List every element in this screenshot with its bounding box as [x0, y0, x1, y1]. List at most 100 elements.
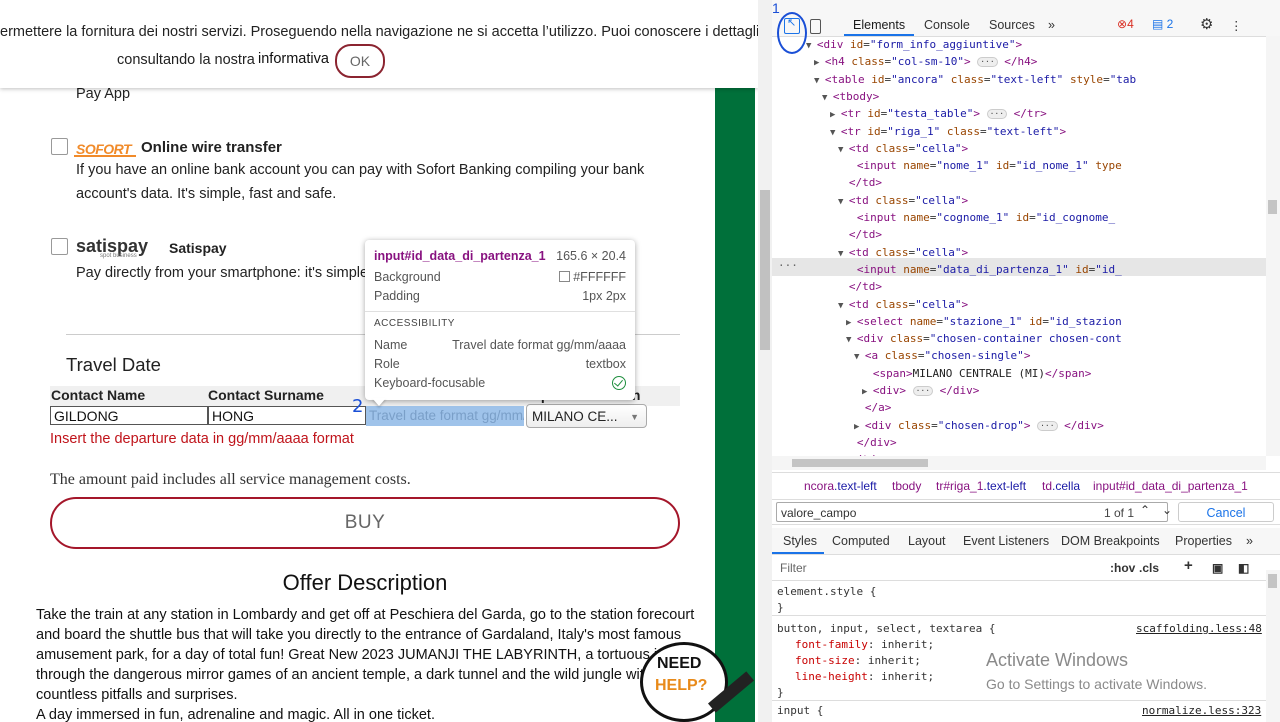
crumb-tr[interactable]: tr#riga_1.text-left	[936, 479, 1026, 493]
input-rule-source-link[interactable]: normalize.less:323	[1142, 703, 1261, 719]
crumb-td[interactable]: td.cella	[1042, 479, 1080, 493]
tab-layout[interactable]: Layout	[908, 534, 946, 548]
more-style-tabs-icon[interactable]: »	[1246, 534, 1253, 548]
search-next-icon[interactable]: ⌄	[1162, 503, 1172, 517]
sidebar-toggle-icon[interactable]: ◧	[1238, 561, 1249, 575]
dom-node-line[interactable]: ▼ <tr id="riga_1" class="text-left">	[830, 124, 1066, 140]
travel-date-input[interactable]: Travel date format gg/mm/aaaa	[366, 406, 524, 426]
dom-node-line[interactable]: </div>	[846, 435, 897, 451]
satispay-checkbox[interactable]	[51, 238, 68, 255]
expand-triangle-icon[interactable]: ▼	[830, 128, 841, 138]
dom-node-line[interactable]: ▼ <td class="cella">	[838, 193, 968, 209]
contact-surname-input[interactable]: HONG	[208, 406, 366, 425]
dom-node-markup: <div> ··· </div>	[872, 384, 980, 397]
expand-triangle-icon[interactable]: ▼	[838, 301, 849, 311]
expand-triangle-icon[interactable]: ▼	[806, 41, 817, 51]
dom-node-line[interactable]: ▶ <select name="stazione_1" id="id_stazi…	[846, 314, 1122, 330]
dom-node-line[interactable]: <input name="nome_1" id="id_nome_1" type	[846, 158, 1122, 174]
cookie-ok-button[interactable]: OK	[335, 44, 385, 78]
dom-node-markup: </td>	[848, 280, 882, 294]
cookie-policy-link[interactable]: informativa	[258, 51, 329, 67]
dom-node-line[interactable]: </a>	[854, 400, 892, 416]
collapse-triangle-icon[interactable]: ▶	[846, 318, 857, 328]
dom-node-line[interactable]: ▼ <div class="chosen-container chosen-co…	[846, 331, 1122, 347]
cls-toggle[interactable]: .cls	[1139, 561, 1159, 575]
expand-triangle-icon[interactable]: ▼	[838, 145, 849, 155]
dom-vertical-scrollbar[interactable]	[1266, 36, 1280, 456]
page-scrollbar-thumb[interactable]	[760, 190, 770, 350]
tab-elements[interactable]: Elements	[853, 18, 905, 32]
expand-triangle-icon[interactable]: ▼	[814, 76, 825, 86]
tab-computed[interactable]: Computed	[832, 534, 890, 548]
tab-event-listeners[interactable]: Event Listeners	[963, 534, 1049, 548]
tab-sources[interactable]: Sources	[989, 18, 1035, 32]
search-cancel-button[interactable]: Cancel	[1178, 502, 1274, 522]
row-ellipsis[interactable]: ···	[778, 258, 798, 274]
tab-properties[interactable]: Properties	[1175, 534, 1232, 548]
kebab-menu-icon[interactable]: ⋮	[1230, 18, 1243, 33]
dom-node-line[interactable]: ▶ <tr id="testa_table"> ··· </tr>	[830, 106, 1047, 122]
rule-prop-line-height[interactable]: line-height: inherit;	[795, 669, 934, 685]
add-rule-icon[interactable]: +	[1184, 557, 1193, 574]
crumb-table[interactable]: ncora.text-left	[804, 479, 877, 493]
dom-vscroll-thumb[interactable]	[1268, 200, 1277, 214]
rule-source-link[interactable]: scaffolding.less:48	[1136, 621, 1262, 637]
expand-triangle-icon[interactable]: ▼	[822, 93, 833, 103]
dom-node-line[interactable]: <input name="data_di_partenza_1" id="id_	[846, 262, 1122, 278]
collapse-triangle-icon[interactable]: ▶	[830, 110, 841, 120]
buy-button[interactable]: BUY	[50, 497, 680, 549]
search-prev-icon[interactable]: ⌃	[1140, 503, 1150, 517]
page-scrollbar[interactable]	[758, 0, 772, 722]
tooltip-pointer	[372, 398, 386, 406]
tooltip-role-label: Role	[374, 357, 400, 371]
crumb-input[interactable]: input#id_data_di_partenza_1	[1093, 479, 1248, 493]
expand-triangle-icon[interactable]: ▼	[838, 197, 849, 207]
dom-node-line[interactable]: ▼ <tbody>	[822, 89, 879, 105]
collapse-triangle-icon[interactable]: ▶	[862, 387, 873, 397]
hov-toggle[interactable]: :hov	[1110, 561, 1135, 575]
message-badge[interactable]: ▤ 2	[1152, 17, 1173, 31]
prop-value: inherit;	[881, 670, 935, 683]
sofort-checkbox[interactable]	[51, 138, 68, 155]
dom-node-line[interactable]: </td>	[838, 227, 882, 243]
settings-gear-icon[interactable]: ⚙	[1200, 15, 1213, 33]
collapse-triangle-icon[interactable]: ▶	[854, 422, 865, 432]
dom-node-line[interactable]: ▶ <h4 class="col-sm-10"> ··· </h4>	[814, 54, 1037, 70]
collapse-triangle-icon[interactable]: ▶	[814, 58, 825, 68]
contact-name-input[interactable]: GILDONG	[50, 406, 208, 425]
device-toggle-icon[interactable]	[810, 19, 821, 34]
input-rule-selector[interactable]: input {	[777, 703, 823, 719]
rule-selector[interactable]: button, input, select, textarea {	[777, 621, 996, 637]
dom-node-line[interactable]: <input name="cognome_1" id="id_cognome_	[846, 210, 1115, 226]
dom-hscroll-thumb[interactable]	[792, 459, 928, 467]
tab-dom-breakpoints[interactable]: DOM Breakpoints	[1061, 534, 1160, 548]
dom-node-line[interactable]: ▶ <div> ··· </div>	[862, 383, 979, 399]
dom-node-line[interactable]: ▼ <td class="cella">	[838, 297, 968, 313]
more-tabs-icon[interactable]: »	[1048, 18, 1055, 32]
departure-station-select[interactable]: MILANO CE... ▼	[526, 404, 647, 428]
dom-node-line[interactable]: ▼ <div id="form_info_aggiuntive">	[806, 37, 1022, 53]
element-style-selector[interactable]: element.style {	[777, 584, 876, 600]
styles-scroll-thumb[interactable]	[1268, 574, 1277, 588]
rule-prop-font-family[interactable]: font-family: inherit;	[795, 637, 934, 653]
error-badge[interactable]: ⊗4	[1117, 17, 1134, 31]
tab-console[interactable]: Console	[924, 18, 970, 32]
dom-node-line[interactable]: ▼ <table id="ancora" class="text-left" s…	[814, 72, 1136, 88]
styles-scrollbar[interactable]	[1266, 570, 1280, 722]
dom-node-line[interactable]: <span>MILANO CENTRALE (MI)</span>	[862, 366, 1092, 382]
dom-node-line[interactable]: </td>	[838, 175, 882, 191]
expand-triangle-icon[interactable]: ▼	[854, 352, 865, 362]
dom-node-line[interactable]: ▼ <td class="cella">	[838, 245, 968, 261]
styles-filter-input[interactable]: Filter	[780, 561, 807, 575]
paint-icon[interactable]: ▣	[1212, 561, 1223, 575]
dom-node-line[interactable]: ▼ <a class="chosen-single">	[854, 348, 1030, 364]
expand-triangle-icon[interactable]: ▼	[838, 249, 849, 259]
dom-node-line[interactable]: ▶ <div class="chosen-drop"> ··· </div>	[854, 418, 1104, 434]
dom-horizontal-scrollbar[interactable]	[772, 456, 1266, 470]
dom-node-line[interactable]: ▼ <td class="cella">	[838, 141, 968, 157]
crumb-tbody[interactable]: tbody	[892, 479, 921, 493]
dom-node-line[interactable]: </td>	[838, 279, 882, 295]
tab-styles[interactable]: Styles	[783, 534, 817, 548]
expand-triangle-icon[interactable]: ▼	[846, 335, 857, 345]
rule-prop-font-size[interactable]: font-size: inherit;	[795, 653, 921, 669]
